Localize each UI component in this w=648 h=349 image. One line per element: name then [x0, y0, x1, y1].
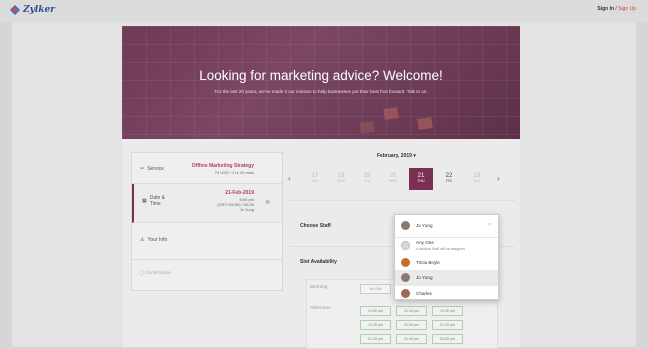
- staff-dropdown[interactable]: Jo Yung × Any One A random Staff will be…: [394, 214, 499, 300]
- scissors-icon: ✂: [140, 166, 145, 172]
- time-slot[interactable]: 01:45 pm: [396, 334, 427, 344]
- date-cell-selected[interactable]: 21 THU: [409, 168, 433, 190]
- user-icon: ♙: [140, 237, 145, 243]
- logo[interactable]: Zylker: [10, 5, 55, 15]
- top-bar: Zylker Sign In / Sign Up: [0, 0, 648, 22]
- staff-option-name: Any One: [416, 240, 434, 245]
- time-slot[interactable]: 12:00 pm: [360, 306, 391, 316]
- close-icon[interactable]: ×: [488, 222, 491, 228]
- afternoon-label: Afternoon: [310, 306, 331, 311]
- service-detail: 75 USD / 1 hr 30 mins: [214, 170, 254, 175]
- avatar: [401, 273, 410, 282]
- avatar: [401, 289, 410, 298]
- date-cell[interactable]: 23 SAT: [465, 168, 489, 190]
- hero-banner: Looking for marketing advice? Welcome! F…: [122, 26, 520, 139]
- step-datetime-label: ▦ Date & Time: [142, 195, 165, 207]
- date-cell[interactable]: 18 MON: [329, 168, 353, 190]
- time-slot[interactable]: 12:30 pm: [432, 306, 463, 316]
- calendar-icon: ▦: [142, 198, 147, 204]
- info-label: Your Info: [147, 237, 168, 243]
- sign-up-link[interactable]: Sign Up: [618, 6, 636, 12]
- staff-option-name: Charles: [416, 291, 432, 296]
- date-cell[interactable]: 20 WED: [381, 168, 405, 190]
- choose-staff-label: Choose Staff: [300, 223, 331, 229]
- slot-availability-label: Slot Availability: [300, 259, 337, 265]
- time-slot[interactable]: 12:15 pm: [396, 306, 427, 316]
- sign-in-link[interactable]: Sign In: [597, 6, 614, 12]
- logo-icon: [10, 5, 20, 15]
- date-cell[interactable]: 22 FRI: [437, 168, 461, 190]
- step-service-label: ✂ Service: [140, 166, 164, 172]
- staff-option-highlighted[interactable]: Jo Yung: [395, 270, 498, 286]
- avatar: [401, 258, 410, 267]
- date-cell[interactable]: 19 TUE: [355, 168, 379, 190]
- hero-title: Looking for marketing advice? Welcome!: [199, 68, 443, 83]
- time-slot[interactable]: 02:00 pm: [432, 334, 463, 344]
- staff-option[interactable]: Any One A random Staff will be assigned: [395, 237, 498, 255]
- sticky-note-shape: [417, 117, 433, 130]
- logo-text: Zylker: [23, 5, 55, 15]
- prev-week-button[interactable]: ‹: [288, 174, 291, 183]
- step-info-label: ♙ Your Info: [140, 237, 167, 243]
- date-cell[interactable]: 17 SUN: [303, 168, 327, 190]
- staff-option-name: Tricia Boyle: [416, 260, 440, 265]
- auth-separator: /: [615, 6, 617, 12]
- staff-dropdown-header[interactable]: Jo Yung ×: [395, 215, 498, 238]
- divider: [290, 200, 515, 201]
- morning-label: Morning: [310, 285, 328, 290]
- selected-staff-name: Jo Yung: [416, 223, 433, 228]
- date-strip: ‹ 17 SUN 18 MON 19 TUE 20 WED 21 THU 22 FRI 23…: [283, 166, 520, 192]
- step-confirmation: ◯ Confirmation: [139, 270, 171, 276]
- service-name: Offline Marketing Strategy: [191, 163, 254, 169]
- auth-links: Sign In / Sign Up: [597, 6, 636, 12]
- next-week-button[interactable]: ›: [497, 174, 500, 183]
- staff-option-note: A random Staff will be assigned: [416, 247, 465, 251]
- hero-subtitle: For the last 20 years, we've made it our…: [214, 89, 428, 94]
- time-slot[interactable]: 01:30 pm: [360, 334, 391, 344]
- staff-option[interactable]: Tricia Boyle: [395, 255, 498, 270]
- selected-date: 21-Feb-2019: [225, 190, 254, 196]
- avatar: [401, 221, 410, 230]
- sticky-note-shape: [383, 107, 399, 120]
- step-your-info[interactable]: ♙ Your Info: [132, 223, 282, 260]
- staff-option-name: Jo Yung: [416, 275, 433, 280]
- step-date-time[interactable]: ▦ Date & Time 21-Feb-2019 9:00 pm (GST+0…: [132, 184, 282, 223]
- caret-down-icon: ▾: [413, 153, 416, 159]
- confirmation-label: Confirmation: [145, 270, 171, 275]
- time-slot[interactable]: 01:15 pm: [432, 320, 463, 330]
- no-slot-badge: No Slot: [360, 284, 391, 294]
- check-circle-icon: ◯: [139, 270, 145, 275]
- month-label: February, 2019: [377, 153, 412, 159]
- step-service[interactable]: ✂ Service Offline Marketing Strategy 75 …: [132, 153, 282, 184]
- service-label: Service: [147, 166, 164, 172]
- time-slot[interactable]: 12:45 pm: [360, 320, 391, 330]
- avatar: [401, 241, 410, 250]
- time-slot[interactable]: 01:00 pm: [396, 320, 427, 330]
- month-selector[interactable]: February, 2019 ▾: [377, 153, 416, 159]
- staff-option[interactable]: Charles: [395, 286, 498, 299]
- chevron-right-icon[interactable]: »: [266, 197, 270, 206]
- datetime-label-group: Date & Time: [150, 195, 165, 207]
- selected-staff: Jo Yung: [239, 207, 254, 212]
- datetime-label-line2: Time: [149, 201, 161, 207]
- sticky-note-shape: [359, 121, 375, 134]
